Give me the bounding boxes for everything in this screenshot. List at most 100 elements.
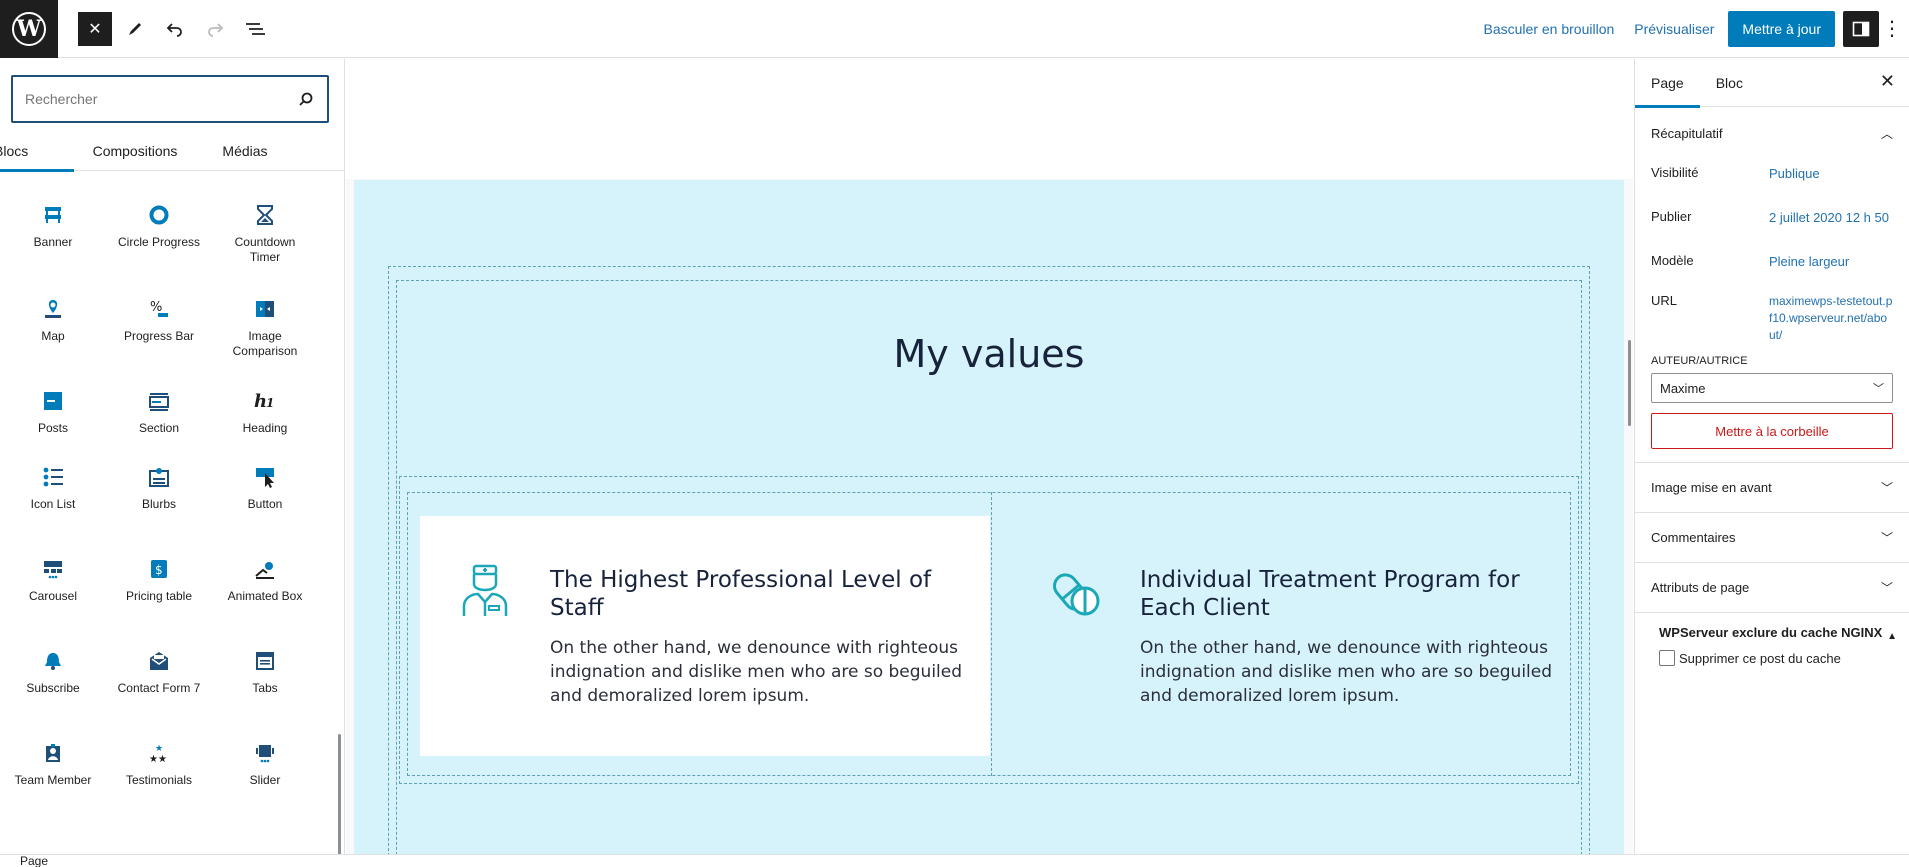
block-blurbs[interactable]: Blurbs	[106, 465, 212, 557]
move-to-trash-button[interactable]: Mettre à la corbeille	[1651, 413, 1893, 449]
block-breadcrumb: Page	[0, 854, 1909, 867]
preview-button[interactable]: Prévisualiser	[1624, 21, 1724, 37]
block-contact-form[interactable]: Contact Form 7	[106, 649, 212, 741]
search-input[interactable]	[25, 91, 297, 107]
featured-image-panel-toggle[interactable]: Image mise en avant ﹀	[1635, 463, 1909, 513]
svg-text:★: ★	[155, 744, 163, 754]
team-member-icon	[41, 741, 65, 765]
envelope-icon	[147, 649, 171, 673]
block-list: Banner Circle Progress Countdown Timer M…	[0, 189, 330, 833]
block-animated-box[interactable]: Animated Box	[212, 557, 318, 649]
block-carousel[interactable]: Carousel	[0, 557, 106, 649]
values-section[interactable]: My values The Highest Professional Level…	[354, 180, 1624, 854]
block-section[interactable]: Section	[106, 373, 212, 465]
tools-button[interactable]	[118, 12, 152, 46]
block-label: Animated Box	[227, 589, 303, 603]
block-icon-list[interactable]: Icon List	[0, 465, 106, 557]
author-select[interactable]: Maxime ﹀	[1651, 373, 1893, 403]
block-testimonials[interactable]: ★ ★★ Testimonials	[106, 741, 212, 833]
block-image-comparison[interactable]: Image Comparison	[212, 281, 318, 373]
block-slider[interactable]: Slider	[212, 741, 318, 833]
block-label: Carousel	[28, 589, 78, 603]
comments-panel-toggle[interactable]: Commentaires ﹀	[1635, 513, 1909, 563]
settings-toggle-button[interactable]	[1843, 10, 1879, 47]
visibility-value-link[interactable]: Publique	[1769, 165, 1893, 209]
update-button[interactable]: Mettre à jour	[1728, 10, 1835, 47]
block-banner[interactable]: Banner	[0, 189, 106, 281]
switch-to-draft-button[interactable]: Basculer en brouillon	[1474, 21, 1625, 37]
sidebar-tabs: Page Bloc ✕	[1635, 59, 1909, 108]
tab-page[interactable]: Page	[1635, 59, 1700, 108]
svg-text:1: 1	[266, 396, 274, 410]
undo-button[interactable]	[158, 12, 192, 46]
block-label: Slider	[249, 773, 281, 787]
block-label: Contact Form 7	[117, 681, 201, 695]
tabs-icon	[253, 649, 277, 673]
document-overview-button[interactable]	[238, 12, 272, 46]
purge-cache-option[interactable]: Supprimer ce post du cache	[1635, 642, 1909, 674]
block-label: Testimonials	[125, 773, 193, 787]
editor-header: W ✕ Basculer en brouillon Prévisualiser …	[0, 0, 1909, 58]
block-circle-progress[interactable]: Circle Progress	[106, 189, 212, 281]
canvas-scrollbar[interactable]	[1628, 340, 1631, 426]
block-pricing-table[interactable]: $ Pricing table	[106, 557, 212, 649]
panel-title: Récapitulatif	[1651, 125, 1723, 141]
template-value-link[interactable]: Pleine largeur	[1769, 253, 1893, 293]
pills-icon	[1053, 573, 1100, 616]
block-map[interactable]: Map	[0, 281, 106, 373]
summary-panel-toggle[interactable]: Récapitulatif ︿	[1635, 107, 1909, 159]
tab-media[interactable]: Médias	[194, 131, 296, 171]
block-progress-bar[interactable]: % Progress Bar	[106, 281, 212, 373]
bell-icon	[41, 649, 65, 673]
purge-cache-checkbox[interactable]	[1659, 650, 1675, 666]
block-team-member[interactable]: Team Member	[0, 741, 106, 833]
tab-block[interactable]: Bloc	[1700, 59, 1759, 107]
url-value-link[interactable]: maximewps-testetout.pf10.wpserveur.net/a…	[1769, 293, 1893, 355]
publish-date-link[interactable]: 2 juillet 2020 12 h 50	[1769, 209, 1893, 253]
inserter-search[interactable]	[11, 75, 329, 123]
slider-icon	[253, 741, 277, 765]
redo-button[interactable]	[198, 12, 232, 46]
redo-icon	[208, 22, 224, 37]
collapse-arrow-icon[interactable]: ▲	[1887, 627, 1897, 646]
search-icon	[299, 92, 313, 106]
block-label: Icon List	[30, 497, 76, 511]
kebab-icon: ⋮	[1882, 18, 1902, 40]
card-text: On the other hand, we denounce with righ…	[550, 638, 963, 706]
section-heading[interactable]: My values	[354, 332, 1624, 376]
block-subscribe[interactable]: Subscribe	[0, 649, 106, 741]
block-label: Circle Progress	[117, 235, 201, 249]
block-countdown-timer[interactable]: Countdown Timer	[212, 189, 318, 281]
author-label: AUTEUR/AUTRICE	[1651, 355, 1748, 367]
close-sidebar-button[interactable]: ✕	[1880, 71, 1895, 92]
tab-blocks[interactable]: Blocs	[0, 131, 74, 172]
wordpress-logo-icon: W	[12, 11, 46, 46]
nginx-cache-panel: WPServeur exclure du cache NGINX ▲	[1635, 613, 1909, 642]
block-button[interactable]: Button	[212, 465, 318, 557]
wordpress-logo-button[interactable]: W	[0, 0, 58, 58]
svg-text:$: $	[155, 563, 163, 577]
column-divider	[991, 492, 992, 776]
value-card[interactable]: The Highest Professional Level of Staff …	[420, 516, 990, 756]
block-label: Countdown Timer	[234, 235, 296, 264]
block-tabs[interactable]: Tabs	[212, 649, 318, 741]
purge-cache-label: Supprimer ce post du cache	[1679, 650, 1841, 666]
options-menu-button[interactable]: ⋮	[1879, 11, 1905, 47]
block-label: Button	[247, 497, 283, 511]
banner-icon	[41, 203, 65, 227]
panel-title: Commentaires	[1651, 530, 1736, 545]
svg-text:★★: ★★	[149, 754, 167, 764]
tab-patterns[interactable]: Compositions	[84, 131, 186, 171]
breadcrumb-item[interactable]: Page	[20, 855, 48, 867]
close-inserter-button[interactable]: ✕	[78, 11, 112, 46]
inserter-scrollbar[interactable]	[338, 734, 341, 854]
value-card[interactable]: Individual Treatment Program for Each Cl…	[1010, 516, 1580, 756]
block-posts[interactable]: Posts	[0, 373, 106, 465]
page-attributes-panel-toggle[interactable]: Attributs de page ﹀	[1635, 563, 1909, 613]
card-title: Individual Treatment Program for Each Cl…	[1140, 567, 1520, 621]
close-icon: ✕	[1879, 71, 1895, 91]
editor-canvas: My values The Highest Professional Level…	[346, 59, 1633, 854]
block-label: Posts	[37, 421, 68, 435]
block-heading[interactable]: h1 Heading	[212, 373, 318, 465]
settings-sidebar: Page Bloc ✕ Récapitulatif ︿ Visibilité P…	[1634, 59, 1909, 854]
